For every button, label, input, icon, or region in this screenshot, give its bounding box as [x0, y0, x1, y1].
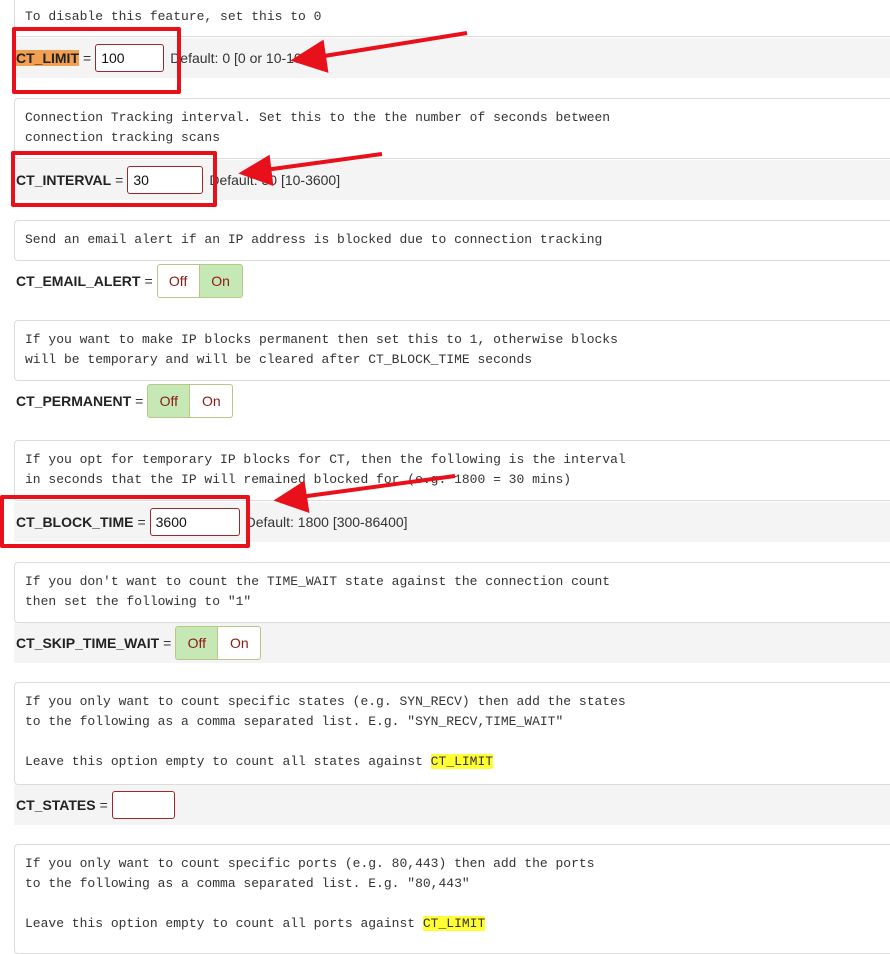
comment-ct-block-time: If you opt for temporary IP blocks for C…	[14, 440, 890, 501]
annotation-box-ct-interval	[11, 151, 217, 207]
equals-sign: =	[163, 635, 172, 651]
toggle-off-button[interactable]: Off	[175, 626, 219, 660]
setting-label-ct-skip-time-wait: CT_SKIP_TIME_WAIT	[16, 635, 160, 651]
comment-ct-skip-time-wait: If you don't want to count the TIME_WAIT…	[14, 562, 890, 623]
annotation-box-ct-limit	[12, 27, 181, 94]
toggle-on-button[interactable]: On	[190, 384, 234, 418]
setting-label-ct-email-alert: CT_EMAIL_ALERT	[16, 273, 141, 289]
toggle-off-button[interactable]: Off	[147, 384, 191, 418]
toggle-on-button[interactable]: On	[218, 626, 262, 660]
comment-ct-states: If you only want to count specific state…	[14, 682, 890, 785]
highlight-ct-limit: CT_LIMIT	[422, 916, 486, 931]
ct-states-input[interactable]	[111, 791, 175, 819]
equals-sign: =	[135, 393, 144, 409]
equals-sign: =	[99, 797, 108, 813]
comment-ct-email-alert: Send an email alert if an IP address is …	[14, 220, 890, 261]
annotation-box-ct-block-time	[0, 495, 250, 548]
setting-row-ct-states: CT_STATES =	[14, 785, 890, 825]
setting-label-ct-permanent: CT_PERMANENT	[16, 393, 132, 409]
setting-row-ct-skip-time-wait: CT_SKIP_TIME_WAIT = Off On	[14, 623, 890, 663]
comment-ct-ports: If you only want to count specific ports…	[14, 844, 890, 954]
ct-skip-time-wait-toggle: Off On	[175, 626, 262, 660]
default-hint: Default: 30 [10-3600]	[209, 172, 341, 188]
setting-row-ct-email-alert: CT_EMAIL_ALERT = Off On	[14, 261, 890, 301]
default-hint: Default: 1800 [300-86400]	[245, 514, 408, 530]
setting-row-ct-permanent: CT_PERMANENT = Off On	[14, 381, 890, 421]
setting-label-ct-states: CT_STATES	[16, 797, 96, 813]
comment-ct-interval: Connection Tracking interval. Set this t…	[14, 98, 890, 159]
comment-ct-permanent: If you want to make IP blocks permanent …	[14, 320, 890, 381]
highlight-ct-limit: CT_LIMIT	[430, 754, 494, 769]
equals-sign: =	[144, 273, 153, 289]
toggle-on-button[interactable]: On	[199, 264, 243, 298]
ct-email-alert-toggle: Off On	[156, 264, 243, 298]
default-hint: Default: 0 [0 or 10-1000]	[170, 50, 322, 66]
ct-permanent-toggle: Off On	[147, 384, 234, 418]
toggle-off-button[interactable]: Off	[156, 264, 200, 298]
